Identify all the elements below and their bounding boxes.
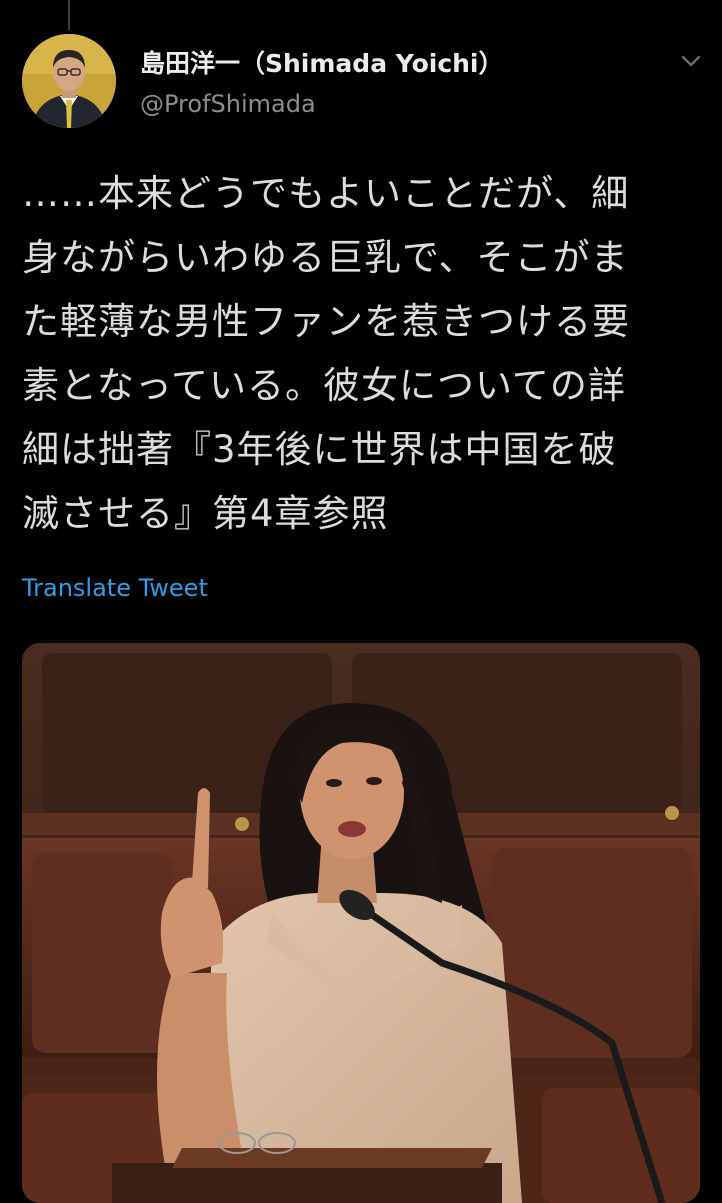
avatar[interactable] [22,34,116,128]
thread-connector-line [68,0,70,30]
tweet-text-line: 身ながらいわゆる巨乳で、そこがま [22,236,629,279]
tweet-text-line: 素となっている。彼女についての詳 [22,364,626,407]
tweet-text-line: 滅させる』第4章参照 [22,492,389,535]
media-photo [22,643,700,1203]
tweet-text-line: ……本来どうでもよいことだが、細 [22,172,630,215]
tweet-text: ……本来どうでもよいことだが、細 身ながらいわゆる巨乳で、そこがま た軽薄な男性… [22,162,702,546]
chevron-down-icon[interactable] [678,48,704,74]
tweet-text-line: た軽薄な男性ファンを惹きつける要 [22,300,630,343]
avatar-photo [22,34,116,128]
tweet-text-line: 細は拙著『3年後に世界は中国を破 [22,428,617,471]
tweet-media-image[interactable] [22,643,700,1203]
user-handle[interactable]: @ProfShimada [140,90,316,118]
display-name[interactable]: 島田洋一（Shimada Yoichi） [140,44,504,80]
translate-tweet-link[interactable]: Translate Tweet [22,574,208,602]
